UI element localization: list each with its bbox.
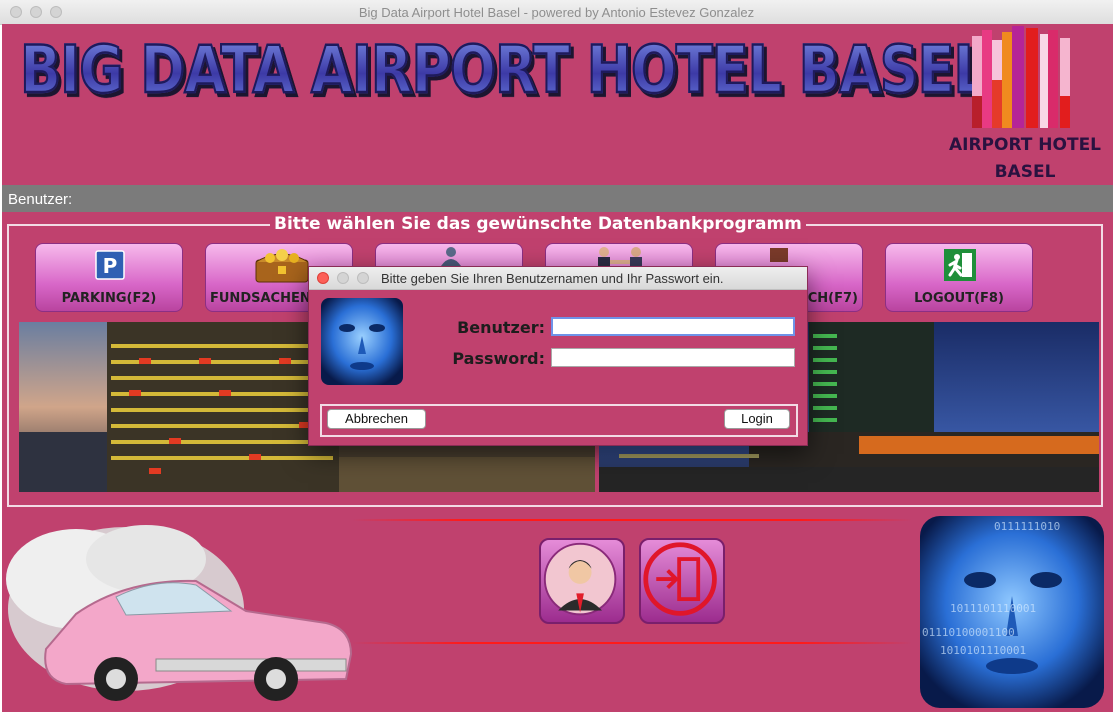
dialog-title: Bitte geben Sie Ihren Benutzernamen und … <box>381 271 724 286</box>
dialog-close-button[interactable] <box>317 272 329 284</box>
login-button[interactable]: Login <box>724 409 790 429</box>
svg-text:0111111010: 0111111010 <box>994 520 1060 533</box>
panel-title: Bitte wählen Sie das gewünschte Datenban… <box>270 214 806 234</box>
logout-door-icon <box>643 542 717 616</box>
svg-text:01110100001100: 01110100001100 <box>922 626 1015 639</box>
logout-button[interactable]: LOGOUT(F8) <box>885 243 1033 312</box>
benutzer-label: Benutzer: <box>457 318 545 337</box>
parking-button[interactable]: P PARKING(F2) <box>35 243 183 312</box>
treasure-chest-icon <box>255 249 309 283</box>
hotel-logo-text: AIRPORT HOTEL BASEL <box>942 132 1108 186</box>
svg-text:1011101110001: 1011101110001 <box>950 602 1036 615</box>
person-icon <box>441 247 461 266</box>
svg-text:1010101110001: 1010101110001 <box>940 644 1026 657</box>
data-face-thumbnail <box>321 298 403 385</box>
exit-icon <box>944 249 976 281</box>
password-label: Password: <box>452 349 545 368</box>
user-avatar-icon <box>543 542 617 616</box>
hotel-logo-bars-icon <box>972 26 1070 128</box>
benutzer-input[interactable] <box>551 317 795 336</box>
data-face-image: 0111111010 1011101110001 01110100001100 10… <box>920 516 1104 708</box>
dialog-zoom-button[interactable] <box>357 272 369 284</box>
logout-door-button[interactable] <box>639 538 725 624</box>
window-title: Big Data Airport Hotel Basel - powered b… <box>358 5 755 20</box>
dialog-minimize-button[interactable] <box>337 272 349 284</box>
logout-button-label: LOGOUT(F8) <box>914 291 1004 306</box>
svg-text:P: P <box>103 254 118 278</box>
window-titlebar: Big Data Airport Hotel Basel - powered b… <box>0 0 1113 25</box>
cancel-button[interactable]: Abbrechen <box>327 409 426 429</box>
book-icon <box>770 248 788 262</box>
logo-line-1: AIRPORT HOTEL <box>948 135 1102 155</box>
current-user-label: Benutzer: <box>8 191 73 208</box>
header-title: BIG DATA AIRPORT HOTEL BASEL <box>19 31 989 109</box>
password-input[interactable] <box>551 348 795 367</box>
parking-button-label: PARKING(F2) <box>61 291 157 306</box>
dialog-titlebar: Bitte geben Sie Ihren Benutzernamen und … <box>309 267 807 290</box>
divider-line-top <box>352 519 912 521</box>
pink-cadillac-image <box>6 525 353 701</box>
logo-line-2: BASEL <box>994 162 1056 182</box>
parking-icon: P <box>95 250 125 280</box>
user-profile-button[interactable] <box>539 538 625 624</box>
program-button-5-label: CH(F7) <box>807 291 858 306</box>
login-dialog: Bitte geben Sie Ihren Benutzernamen und … <box>308 266 808 446</box>
user-status-bar: Benutzer: <box>2 185 1113 212</box>
divider-line-bottom <box>352 642 912 644</box>
